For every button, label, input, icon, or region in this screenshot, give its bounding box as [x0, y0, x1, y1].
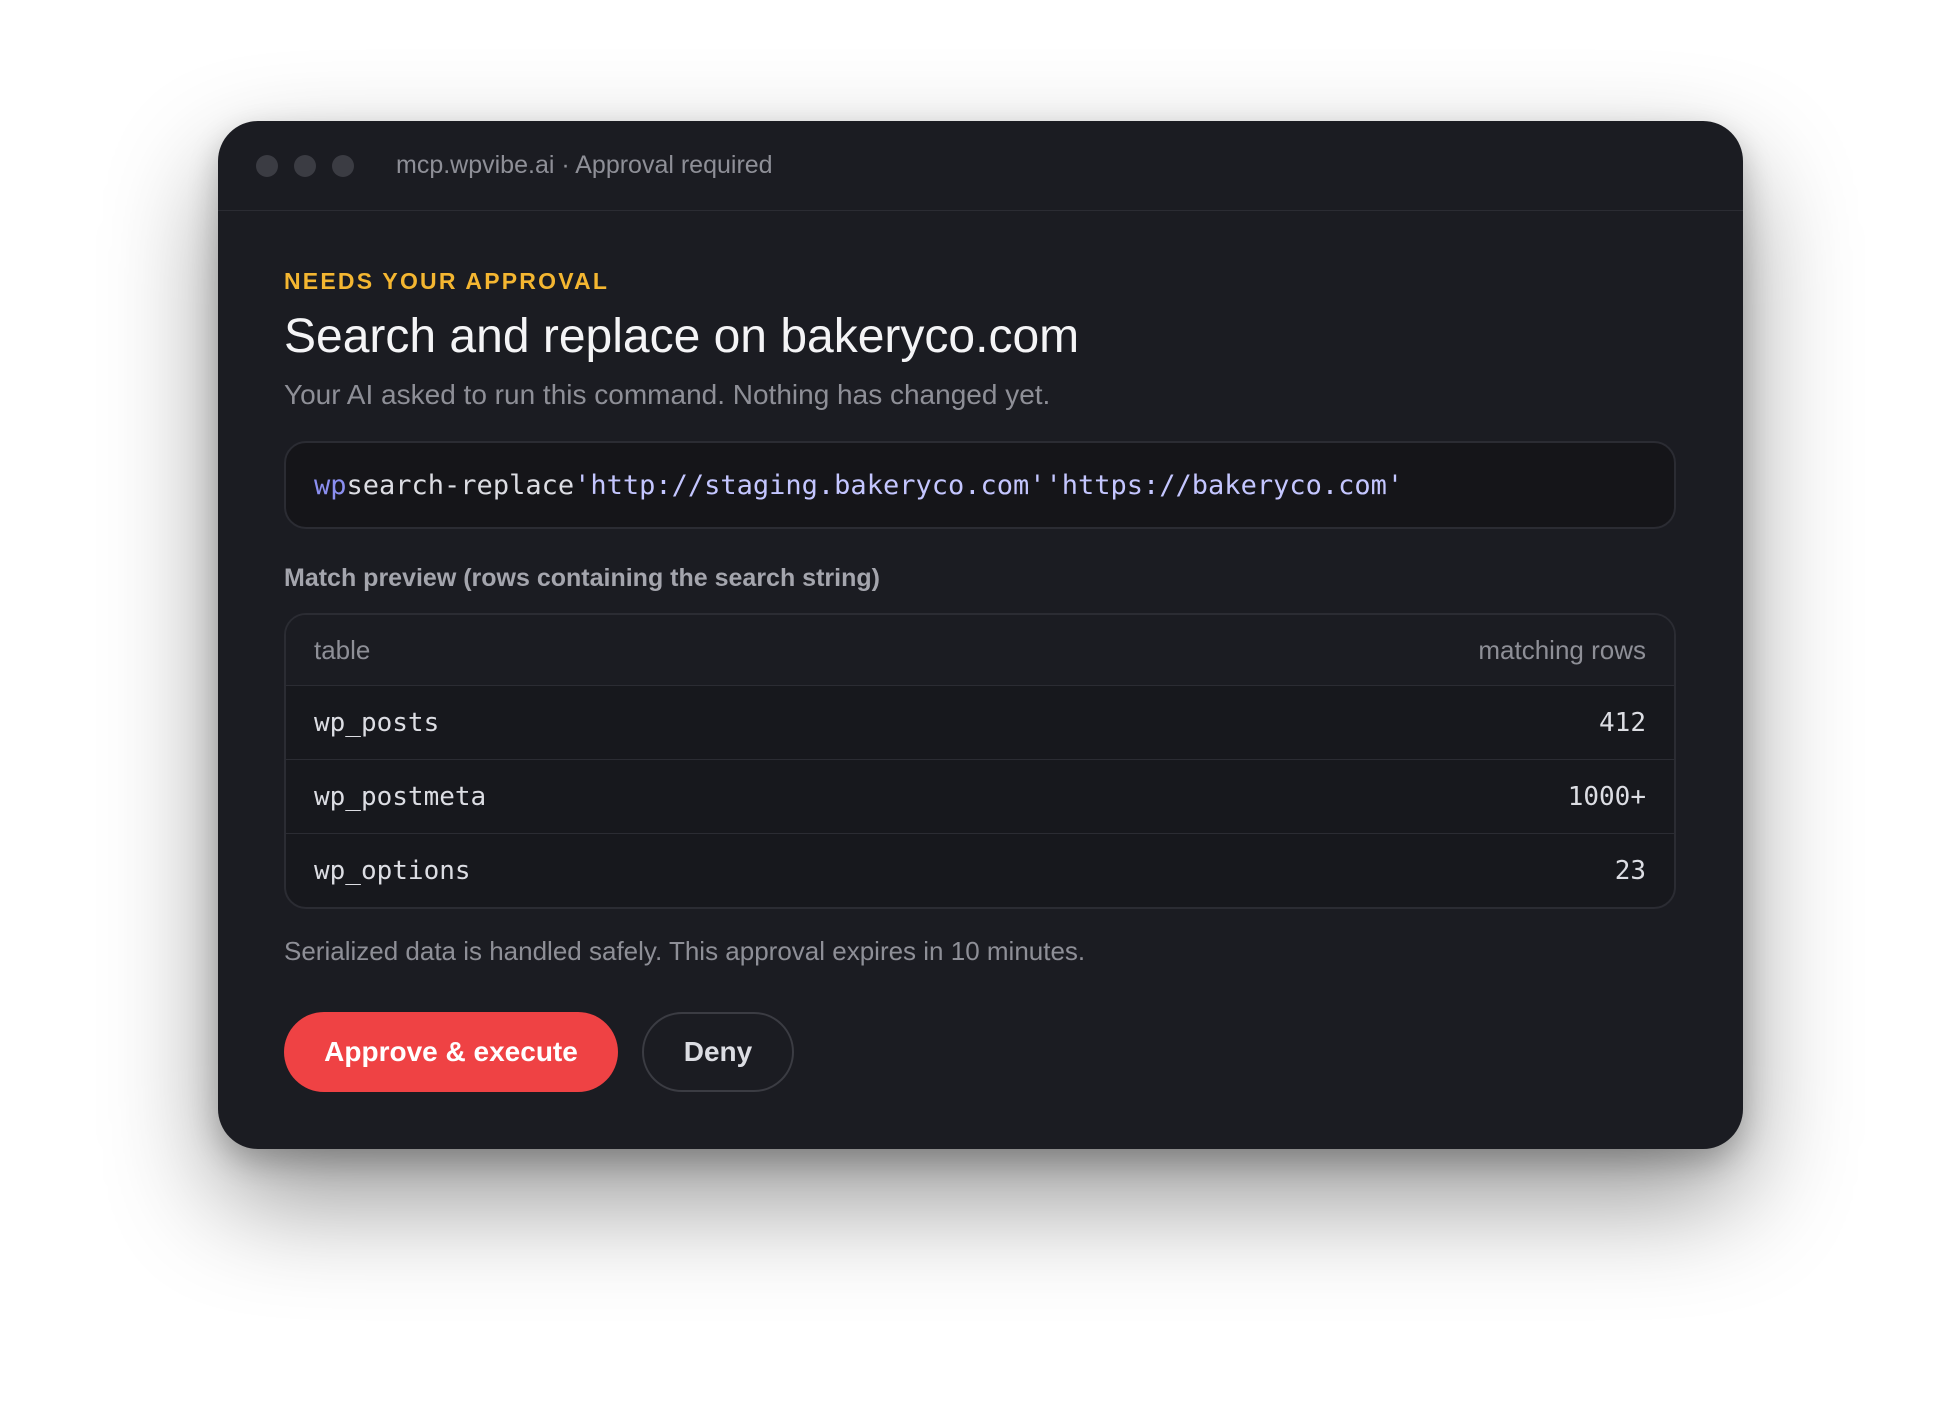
page-title: Search and replace on bakeryco.com — [284, 310, 1080, 363]
window-maximize-dot[interactable] — [332, 154, 354, 177]
command-program: wp — [314, 469, 347, 501]
command-replace-arg: 'https://bakeryco.com' — [1045, 469, 1404, 501]
command-subcommand: search-replace — [346, 469, 575, 501]
deny-button[interactable]: Deny — [642, 1012, 794, 1092]
approve-execute-button[interactable]: Approve & execute — [284, 1012, 618, 1092]
column-header-matching-rows: matching rows — [1478, 634, 1646, 665]
match-count-cell: 1000+ — [1567, 781, 1646, 812]
table-name-cell: wp_posts — [314, 707, 440, 738]
command-block: wp search-replace 'http://staging.bakery… — [284, 441, 1676, 529]
approval-window: mcp.wpvibe.ai · Approval required NEEDS … — [218, 121, 1743, 1149]
title-bar: mcp.wpvibe.ai · Approval required — [218, 121, 1743, 211]
page-subtitle: Your AI asked to run this command. Nothi… — [284, 379, 1051, 410]
window-title: mcp.wpvibe.ai · Approval required — [396, 151, 773, 179]
match-preview-label: Match preview (rows containing the searc… — [284, 564, 880, 592]
match-count-cell: 23 — [1614, 855, 1646, 886]
expiry-note: Serialized data is handled safely. This … — [284, 936, 1086, 966]
match-preview-table: table matching rows wp_posts 412 wp_post… — [284, 613, 1676, 909]
window-minimize-dot[interactable] — [294, 154, 316, 177]
approval-eyebrow: NEEDS YOUR APPROVAL — [284, 268, 610, 294]
table-name-cell: wp_options — [314, 855, 471, 886]
table-row: wp_postmeta 1000+ — [286, 759, 1674, 833]
match-count-cell: 412 — [1599, 707, 1646, 738]
table-row: wp_options 23 — [286, 833, 1674, 907]
command-search-arg: 'http://staging.bakeryco.com' — [574, 469, 1046, 501]
window-close-dot[interactable] — [256, 154, 278, 177]
table-name-cell: wp_postmeta — [314, 781, 487, 812]
table-header: table matching rows — [286, 615, 1674, 685]
table-row: wp_posts 412 — [286, 685, 1674, 759]
column-header-table: table — [314, 634, 371, 665]
